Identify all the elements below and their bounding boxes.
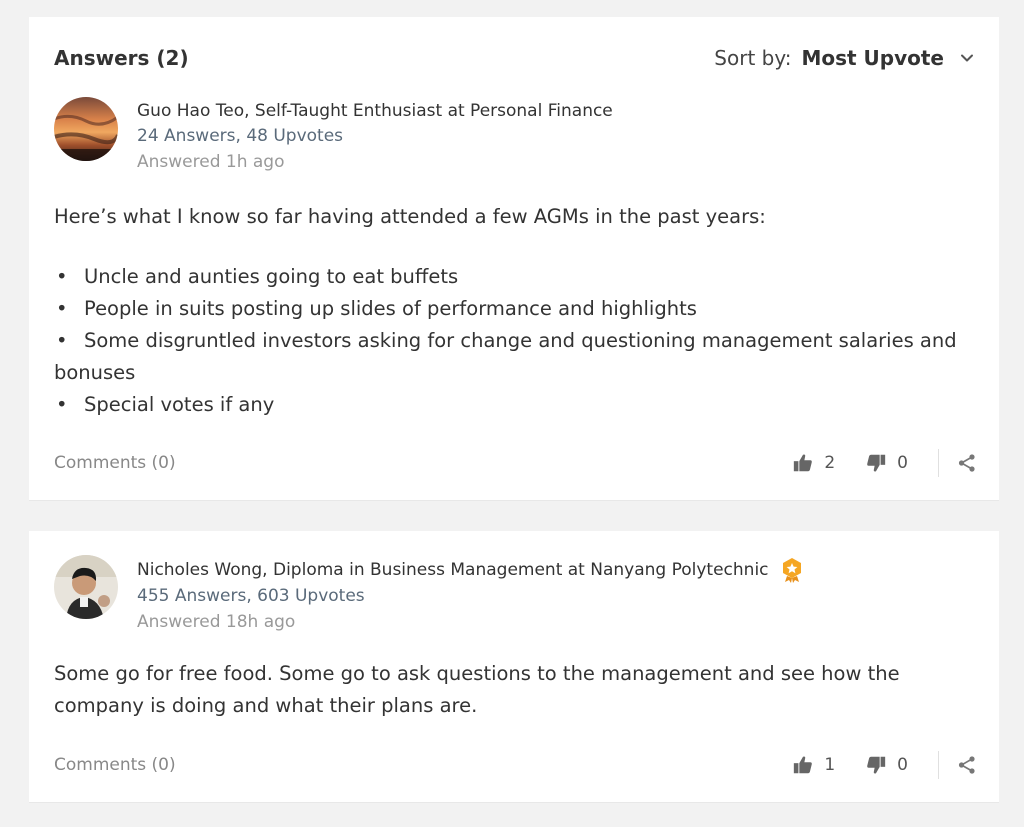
upvote-count: 2 xyxy=(824,453,836,473)
answer-body: Some go for free food. Some go to ask qu… xyxy=(54,658,974,722)
answers-header: Answers (2) Sort by: Most Upvote xyxy=(54,43,974,73)
upvote-button[interactable]: 1 xyxy=(792,754,835,776)
divider xyxy=(938,751,939,779)
author-name[interactable]: Guo Hao Teo, Self-Taught Enthusiast at P… xyxy=(137,99,613,123)
share-button[interactable] xyxy=(957,755,977,775)
divider xyxy=(938,449,939,477)
answer-card: Nicholes Wong, Diploma in Business Manag… xyxy=(29,531,999,803)
answer-footer: Comments (0) 1 0 xyxy=(54,750,977,780)
upvote-count: 1 xyxy=(824,755,836,775)
list-item: • People in suits posting up slides of pe… xyxy=(56,297,697,320)
thumbs-up-icon xyxy=(794,454,813,472)
answers-title: Answers (2) xyxy=(54,46,189,70)
avatar[interactable] xyxy=(54,555,118,619)
answer-text: Some go for free food. Some go to ask qu… xyxy=(54,662,900,717)
sort-label: Sort by: xyxy=(714,46,792,70)
answers-card: Answers (2) Sort by: Most Upvote Guo Hao… xyxy=(29,17,999,501)
downvote-button[interactable]: 0 xyxy=(865,754,908,776)
answer-footer: Comments (0) 2 0 xyxy=(54,448,977,478)
sort-value: Most Upvote xyxy=(801,46,944,70)
list-item: • Uncle and aunties going to eat buffets xyxy=(56,265,459,288)
chevron-down-icon xyxy=(961,54,973,62)
star-badge-icon xyxy=(782,558,801,583)
answer-author: Guo Hao Teo, Self-Taught Enthusiast at P… xyxy=(54,97,613,174)
upvote-button[interactable]: 2 xyxy=(792,452,835,474)
downvote-count: 0 xyxy=(897,453,908,473)
downvote-count: 0 xyxy=(897,755,908,775)
avatar[interactable] xyxy=(54,97,118,161)
share-button[interactable] xyxy=(957,453,977,473)
list-item: • Special votes if any xyxy=(56,393,275,416)
downvote-button[interactable]: 0 xyxy=(865,452,908,474)
answer-bullet-list: • Uncle and aunties going to eat buffets … xyxy=(54,261,974,421)
comments-link[interactable]: Comments (0) xyxy=(54,755,176,775)
share-icon xyxy=(958,454,975,472)
answer-author: Nicholes Wong, Diploma in Business Manag… xyxy=(54,555,803,634)
sort-dropdown[interactable]: Sort by: Most Upvote xyxy=(714,46,974,70)
thumbs-down-icon xyxy=(867,454,886,472)
answer-intro: Here’s what I know so far having attende… xyxy=(54,205,766,228)
thumbs-up-icon xyxy=(794,756,813,774)
share-icon xyxy=(958,756,975,774)
author-stats: 455 Answers, 603 Upvotes xyxy=(137,586,365,606)
comments-link[interactable]: Comments (0) xyxy=(54,453,176,473)
thumbs-down-icon xyxy=(867,756,886,774)
answer-time: Answered 18h ago xyxy=(137,612,296,632)
answer-body: Here’s what I know so far having attende… xyxy=(54,201,974,421)
list-item: • Some disgruntled investors asking for c… xyxy=(54,329,957,384)
author-stats: 24 Answers, 48 Upvotes xyxy=(137,126,344,146)
author-name[interactable]: Nicholes Wong, Diploma in Business Manag… xyxy=(137,557,803,583)
answer-time: Answered 1h ago xyxy=(137,152,285,172)
